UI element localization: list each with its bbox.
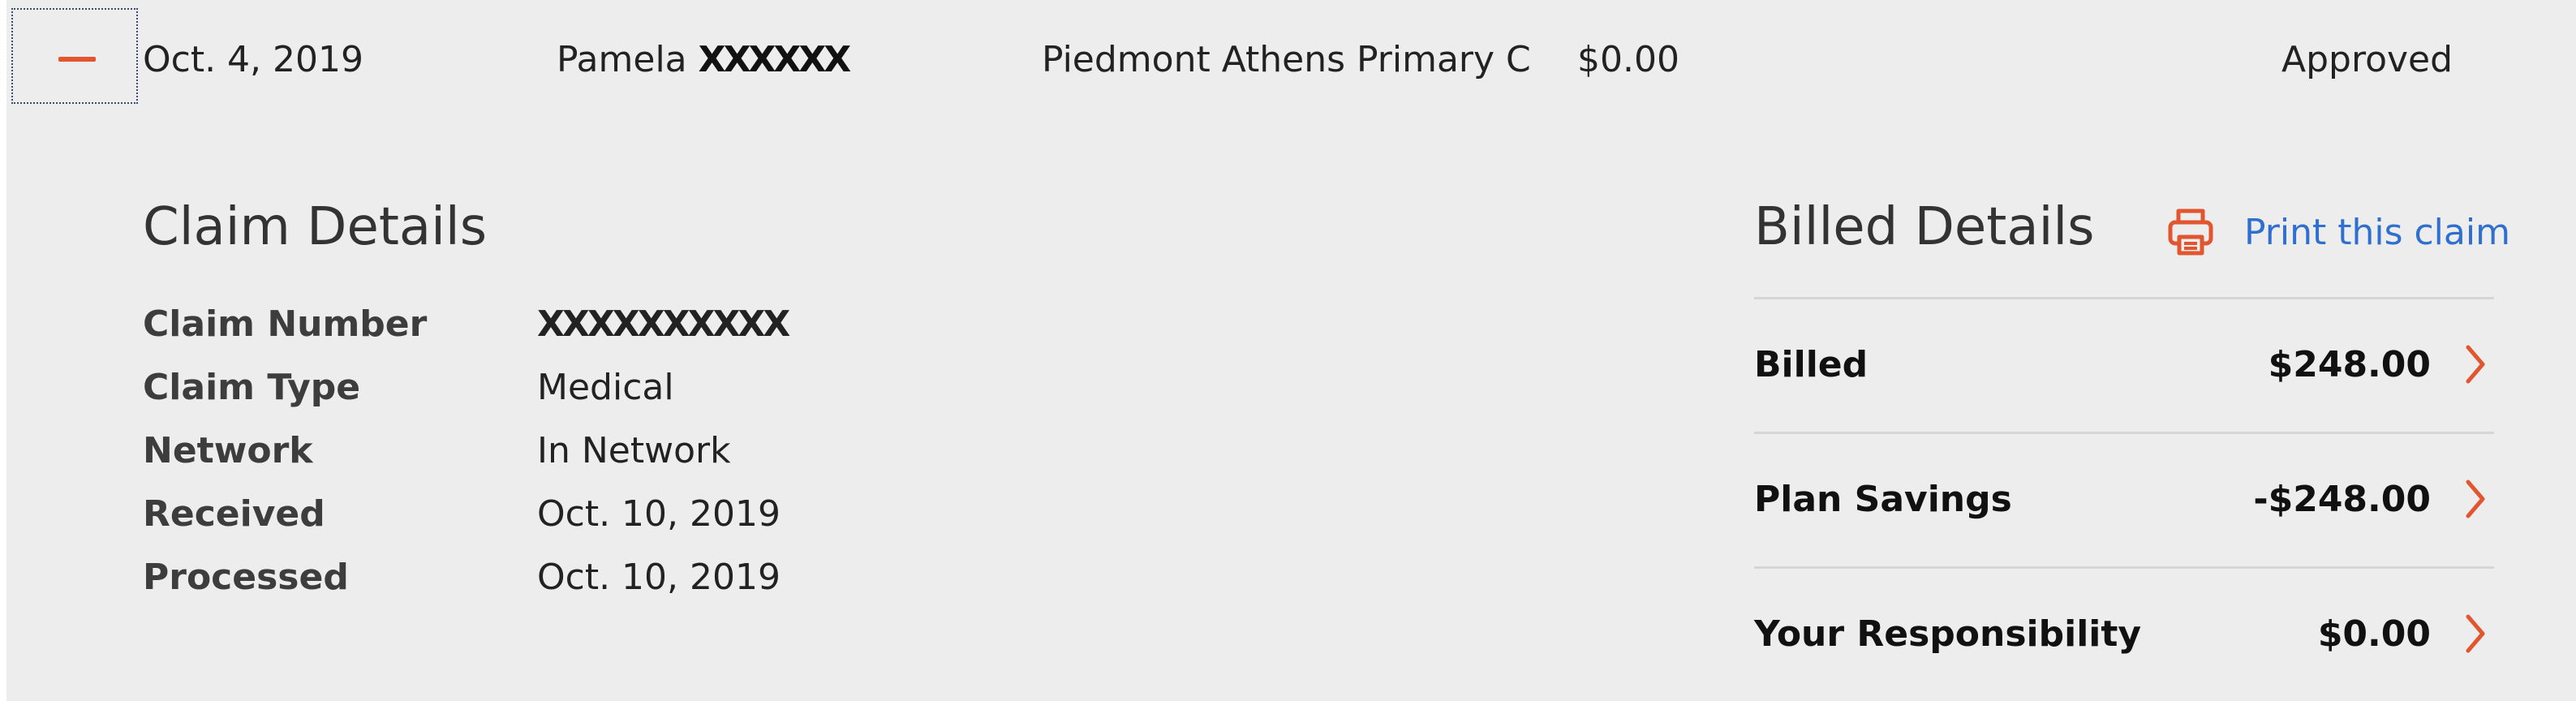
provider-name: Piedmont Athens Primary C xyxy=(1042,39,1531,80)
minus-icon xyxy=(58,57,96,62)
chevron-right-icon[interactable] xyxy=(2463,342,2488,386)
your-responsibility-row[interactable]: Your Responsibility $0.00 xyxy=(1754,587,2494,685)
your-responsibility-value: $0.00 xyxy=(2317,613,2431,655)
chevron-right-icon[interactable] xyxy=(2463,477,2488,521)
billed-value: $248.00 xyxy=(2268,344,2431,385)
received-value: Oct. 10, 2019 xyxy=(537,493,781,535)
processed-label: Processed xyxy=(143,557,349,598)
claim-amount: $0.00 xyxy=(1577,39,1679,80)
claim-type-label: Claim Type xyxy=(143,367,361,408)
received-label: Received xyxy=(143,493,325,535)
network-label: Network xyxy=(143,430,313,471)
claim-details-heading: Claim Details xyxy=(143,197,488,257)
claim-type-value: Medical xyxy=(537,367,674,408)
billed-label: Billed xyxy=(1754,344,1869,385)
network-value: In Network xyxy=(537,430,731,471)
billed-details-heading: Billed Details xyxy=(1754,197,2095,257)
plan-savings-row[interactable]: Plan Savings -$248.00 xyxy=(1754,453,2494,550)
your-responsibility-label: Your Responsibility xyxy=(1754,613,2142,655)
claim-summary-row: Oct. 4, 2019 Pamela XXXXXX Piedmont Athe… xyxy=(6,0,2576,122)
print-claim-link[interactable]: Print this claim xyxy=(2168,201,2510,263)
printer-icon xyxy=(2168,209,2213,256)
claim-date: Oct. 4, 2019 xyxy=(143,39,363,80)
plan-savings-value: -$248.00 xyxy=(2253,479,2431,520)
processed-value: Oct. 10, 2019 xyxy=(537,557,781,598)
claim-number-value: XXXXXXXXXX xyxy=(537,303,790,345)
claim-number-label: Claim Number xyxy=(143,303,428,345)
patient-last-name-redacted: XXXXXX xyxy=(698,39,852,80)
claim-status: Approved xyxy=(2281,39,2453,80)
patient-name: Pamela XXXXXX xyxy=(557,34,852,86)
patient-first-name: Pamela xyxy=(557,39,687,80)
collapse-button[interactable] xyxy=(11,8,138,104)
claim-panel: Oct. 4, 2019 Pamela XXXXXX Piedmont Athe… xyxy=(6,0,2576,701)
plan-savings-label: Plan Savings xyxy=(1754,479,2012,520)
print-claim-label[interactable]: Print this claim xyxy=(2244,212,2510,253)
billed-divider xyxy=(1754,297,2494,299)
chevron-right-icon[interactable] xyxy=(2463,612,2488,656)
billed-divider xyxy=(1754,566,2494,569)
billed-divider xyxy=(1754,432,2494,434)
billed-row[interactable]: Billed $248.00 xyxy=(1754,318,2494,415)
